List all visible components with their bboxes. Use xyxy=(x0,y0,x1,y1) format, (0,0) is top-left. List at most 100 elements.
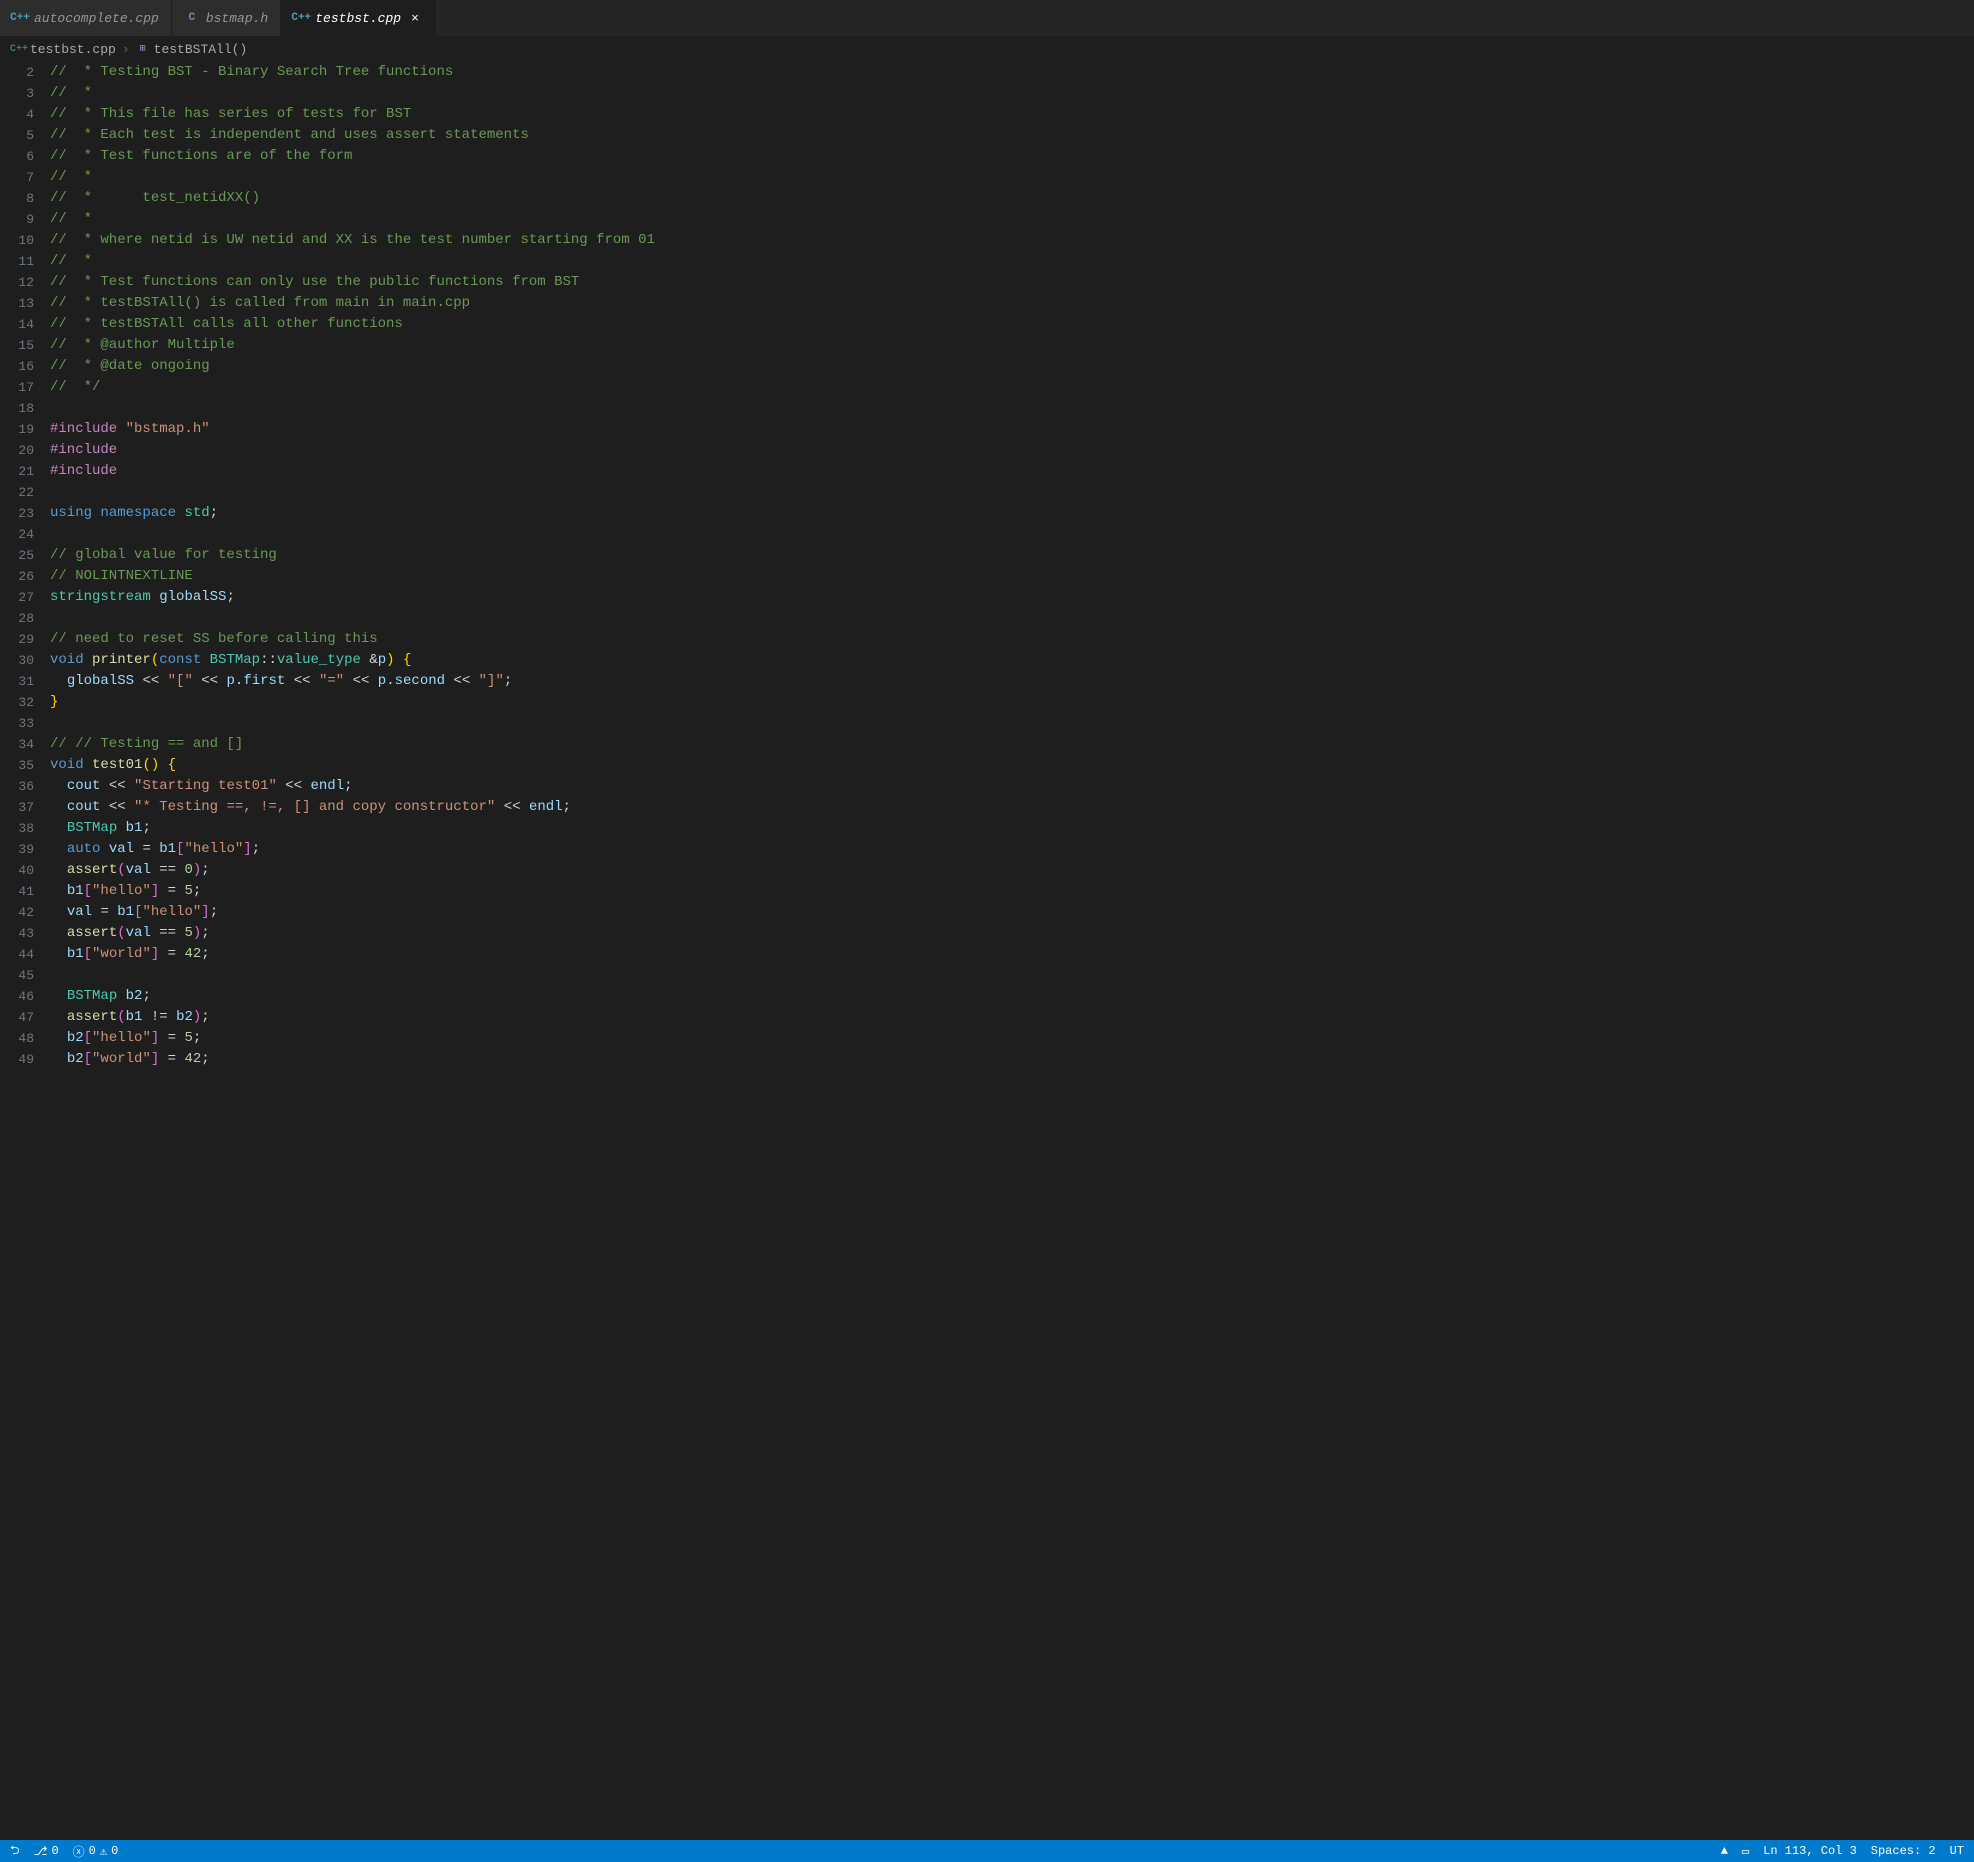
tab-label: testbst.cpp xyxy=(315,11,401,26)
code-line xyxy=(50,608,1974,629)
line-number: 48 xyxy=(0,1028,34,1049)
line-number: 33 xyxy=(0,713,34,734)
code-line: // * where netid is UW netid and XX is t… xyxy=(50,230,1974,251)
breadcrumb: C++ testbst.cpp › ⊞ testBSTAll() xyxy=(0,36,1974,62)
close-icon[interactable]: × xyxy=(407,10,423,26)
code-line: cout << "Starting test01" << endl; xyxy=(50,776,1974,797)
sync-count: 0 xyxy=(51,1844,58,1858)
line-number: 20 xyxy=(0,440,34,461)
warning-count: 0 xyxy=(111,1844,118,1858)
code-line: // * @author Multiple xyxy=(50,335,1974,356)
tab-label: bstmap.h xyxy=(206,11,268,26)
code-line: BSTMap b1; xyxy=(50,818,1974,839)
code-line xyxy=(50,482,1974,503)
cpp-file-icon: C++ xyxy=(12,10,28,26)
cpp-file-icon: C++ xyxy=(12,42,26,56)
code-line: // * xyxy=(50,209,1974,230)
line-number: 47 xyxy=(0,1007,34,1028)
code-line: // * @date ongoing xyxy=(50,356,1974,377)
line-number: 37 xyxy=(0,797,34,818)
chevron-right-icon: › xyxy=(122,42,130,57)
line-number: 2 xyxy=(0,62,34,83)
line-number: 41 xyxy=(0,881,34,902)
notifications-icon[interactable]: ▲ xyxy=(1721,1844,1728,1858)
line-number: 13 xyxy=(0,293,34,314)
line-number: 7 xyxy=(0,167,34,188)
code-area[interactable]: // * Testing BST - Binary Search Tree fu… xyxy=(50,62,1974,1840)
tab-bstmap-h[interactable]: Cbstmap.h xyxy=(172,0,281,36)
line-number: 23 xyxy=(0,503,34,524)
breadcrumb-file[interactable]: C++ testbst.cpp xyxy=(12,42,116,57)
line-number: 15 xyxy=(0,335,34,356)
code-line: // * Test functions are of the form xyxy=(50,146,1974,167)
code-line: b2["hello"] = 5; xyxy=(50,1028,1974,1049)
breadcrumb-symbol-label: testBSTAll() xyxy=(154,42,248,57)
code-line: // // Testing == and [] xyxy=(50,734,1974,755)
code-line: // * testBSTAll() is called from main in… xyxy=(50,293,1974,314)
code-line: using namespace std; xyxy=(50,503,1974,524)
line-number: 32 xyxy=(0,692,34,713)
line-number: 12 xyxy=(0,272,34,293)
code-line: // * test_netidXX() xyxy=(50,188,1974,209)
line-number: 25 xyxy=(0,545,34,566)
line-number: 14 xyxy=(0,314,34,335)
line-number: 30 xyxy=(0,650,34,671)
cpp-file-icon: C++ xyxy=(293,10,309,26)
line-number: 26 xyxy=(0,566,34,587)
code-line: assert(val == 0); xyxy=(50,860,1974,881)
code-line: stringstream globalSS; xyxy=(50,587,1974,608)
remote-indicator[interactable]: ⮌ xyxy=(10,1841,20,1862)
code-line: } xyxy=(50,692,1974,713)
line-number: 35 xyxy=(0,755,34,776)
line-number: 27 xyxy=(0,587,34,608)
line-number: 45 xyxy=(0,965,34,986)
code-line: #include xyxy=(50,461,1974,482)
tab-testbst-cpp[interactable]: C++ testbst.cpp × xyxy=(281,0,436,36)
code-line: b1["world"] = 42; xyxy=(50,944,1974,965)
code-line: // * xyxy=(50,251,1974,272)
line-number: 18 xyxy=(0,398,34,419)
gutter: 2345678910111213141516171819202122232425… xyxy=(0,62,50,1840)
line-number: 16 xyxy=(0,356,34,377)
layout-icon[interactable]: ▭ xyxy=(1742,1844,1749,1859)
method-icon: ⊞ xyxy=(136,42,150,56)
tab-label: autocomplete.cpp xyxy=(34,11,159,26)
encoding[interactable]: UT xyxy=(1950,1844,1964,1858)
code-line: // need to reset SS before calling this xyxy=(50,629,1974,650)
code-line: // * Test functions can only use the pub… xyxy=(50,272,1974,293)
cursor-position[interactable]: Ln 113, Col 3 xyxy=(1763,1844,1857,1858)
code-line: b2["world"] = 42; xyxy=(50,1049,1974,1070)
line-number: 34 xyxy=(0,734,34,755)
code-line: cout << "* Testing ==, !=, [] and copy c… xyxy=(50,797,1974,818)
line-number: 11 xyxy=(0,251,34,272)
indentation[interactable]: Spaces: 2 xyxy=(1871,1844,1936,1858)
code-line: // global value for testing xyxy=(50,545,1974,566)
code-line: // * xyxy=(50,167,1974,188)
line-number: 5 xyxy=(0,125,34,146)
source-control-status[interactable]: ⎇ 0 xyxy=(34,1844,59,1859)
code-line: // */ xyxy=(50,377,1974,398)
cpp-file-icon: C xyxy=(184,10,200,26)
tab-bar: C++ autocomplete.cpp Cbstmap.h C++ testbst.c… xyxy=(0,0,1974,36)
breadcrumb-symbol[interactable]: ⊞ testBSTAll() xyxy=(136,42,248,57)
editor[interactable]: 2345678910111213141516171819202122232425… xyxy=(0,62,1974,1840)
line-number: 10 xyxy=(0,230,34,251)
status-bar: ⮌ ⎇ 0 ⓧ 0 ⚠ 0 ▲ ▭ Ln 113, Col 3 Spaces: … xyxy=(0,1840,1974,1862)
line-number: 36 xyxy=(0,776,34,797)
code-line: // * Each test is independent and uses a… xyxy=(50,125,1974,146)
line-number: 28 xyxy=(0,608,34,629)
line-number: 17 xyxy=(0,377,34,398)
code-line: // * xyxy=(50,83,1974,104)
tab-autocomplete-cpp[interactable]: C++ autocomplete.cpp xyxy=(0,0,172,36)
breadcrumb-file-label: testbst.cpp xyxy=(30,42,116,57)
problems-status[interactable]: ⓧ 0 ⚠ 0 xyxy=(73,1843,119,1860)
line-number: 9 xyxy=(0,209,34,230)
code-line: assert(val == 5); xyxy=(50,923,1974,944)
code-line: // * This file has series of tests for B… xyxy=(50,104,1974,125)
line-number: 31 xyxy=(0,671,34,692)
code-line xyxy=(50,713,1974,734)
line-number: 24 xyxy=(0,524,34,545)
code-line: // * Testing BST - Binary Search Tree fu… xyxy=(50,62,1974,83)
code-line: auto val = b1["hello"]; xyxy=(50,839,1974,860)
line-number: 43 xyxy=(0,923,34,944)
